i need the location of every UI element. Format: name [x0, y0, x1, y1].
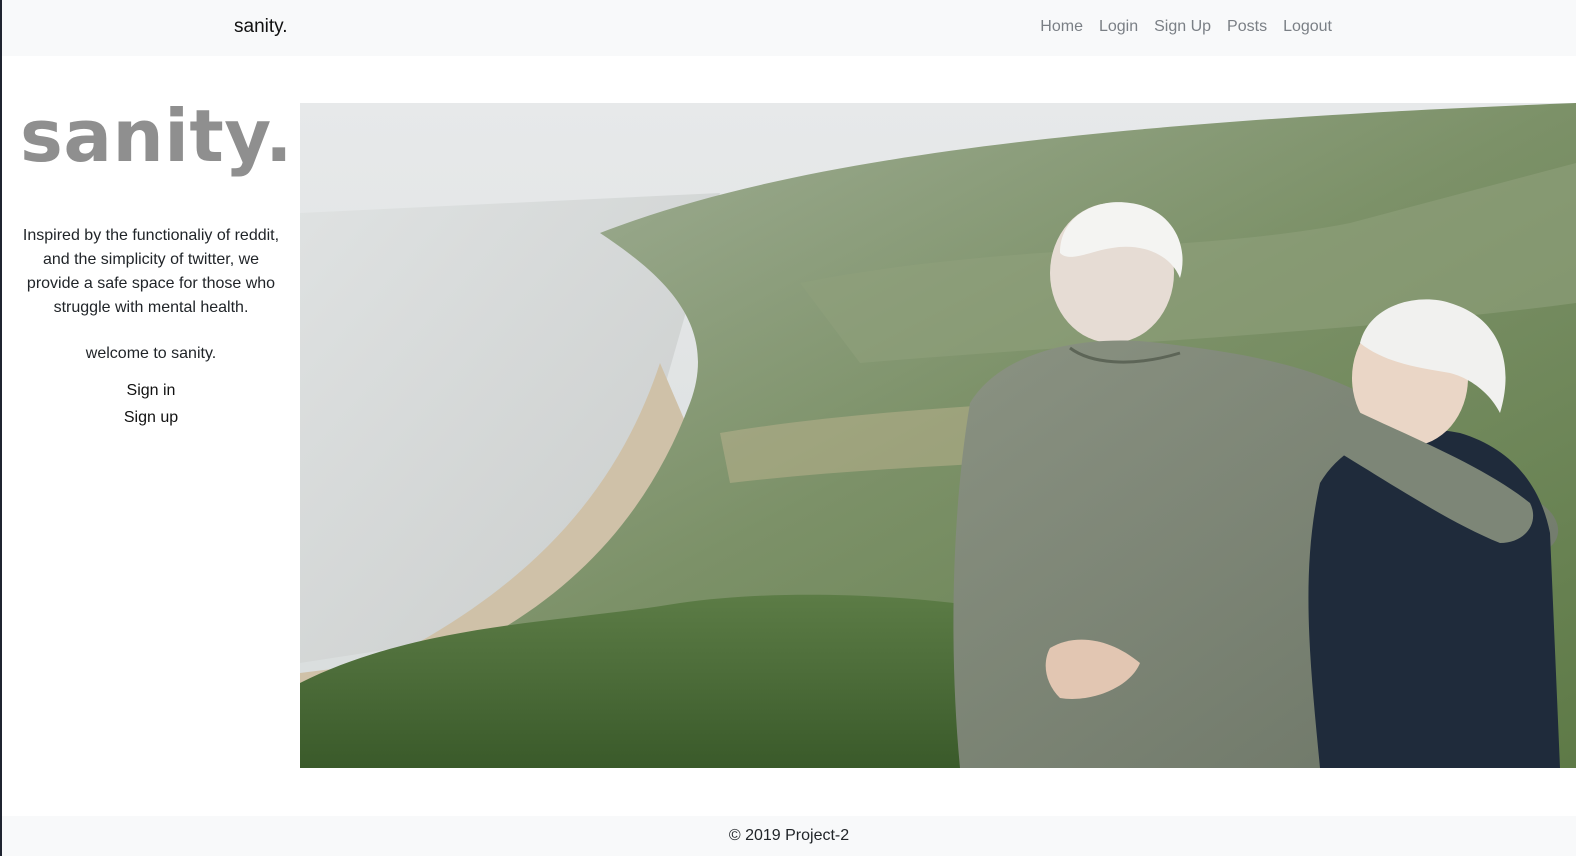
nav-signup-link[interactable]: Sign Up [1154, 18, 1211, 36]
nav-logout-link[interactable]: Logout [1283, 18, 1332, 36]
nav-links: Home Login Sign Up Posts Logout [1040, 18, 1332, 36]
welcome-text: welcome to sanity. [85, 345, 217, 362]
hero-title: sanity. [20, 94, 293, 178]
nav-login-link[interactable]: Login [1099, 18, 1138, 36]
sign-up-link[interactable]: Sign up [2, 409, 300, 427]
hero-photo-illustration [300, 103, 1576, 768]
nav-home-link[interactable]: Home [1040, 18, 1083, 36]
hero-image [300, 103, 1576, 768]
site-description: Inspired by the functionaliy of reddit, … [22, 227, 280, 316]
navbar-brand[interactable]: sanity. [234, 16, 288, 38]
sign-in-link[interactable]: Sign in [2, 382, 300, 400]
top-navbar: sanity. Home Login Sign Up Posts Logout [2, 0, 1576, 56]
page-footer: © 2019 Project-2 [2, 816, 1576, 856]
nav-posts-link[interactable]: Posts [1227, 18, 1267, 36]
